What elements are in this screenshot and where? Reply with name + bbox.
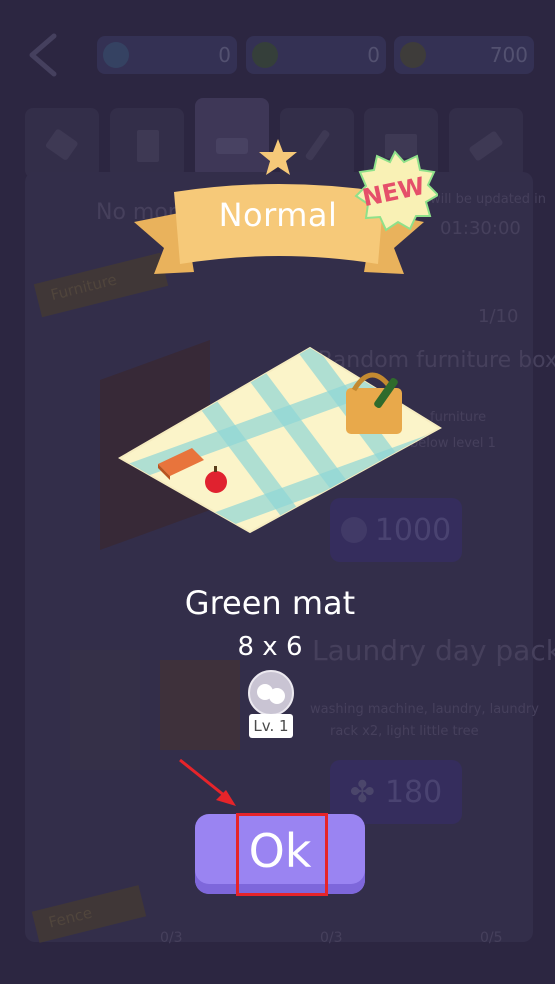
rarity-title: Normal — [218, 196, 338, 234]
green-mat-image — [117, 346, 442, 534]
cat-pets-icon — [248, 670, 294, 716]
new-badge: NEW — [354, 150, 438, 232]
pointer-arrow-icon — [179, 758, 236, 806]
item-name: Green mat — [184, 584, 356, 622]
highlight-box — [236, 813, 328, 896]
star-icon — [259, 139, 297, 175]
level-tag: Lv. 1 — [249, 714, 293, 738]
item-size: 8 x 6 — [237, 632, 303, 662]
app-screen: 0 0 700 No more will be updated in 01:30… — [0, 0, 555, 984]
